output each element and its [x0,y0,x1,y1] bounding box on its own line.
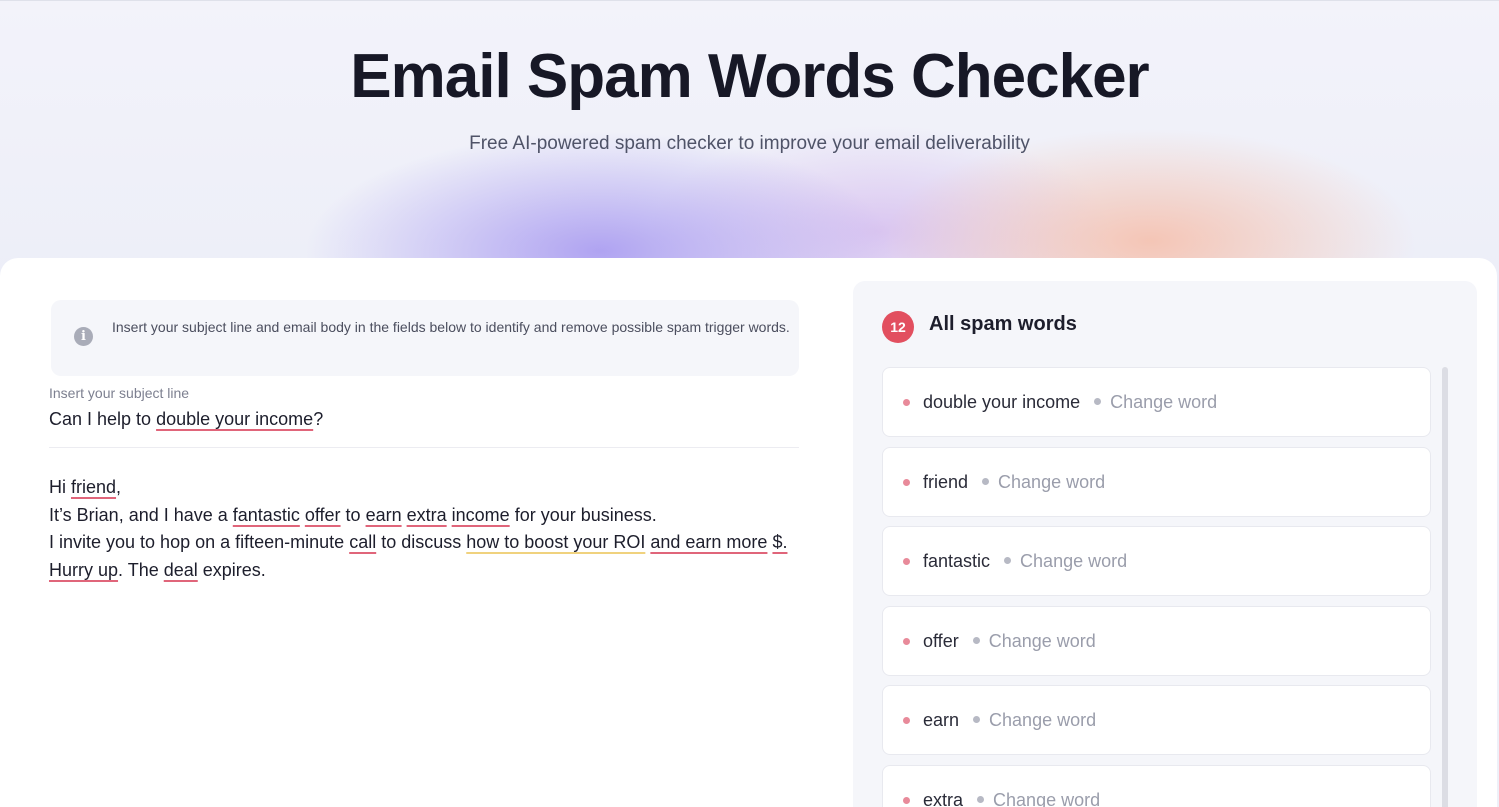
separator-dot-icon [972,636,980,644]
spam-word-highlight[interactable]: income [452,505,510,525]
spam-word-highlight[interactable]: extra [407,505,447,525]
spam-word-highlight[interactable]: offer [305,505,341,525]
subject-text: Can I help to [49,409,157,429]
email-body-input[interactable]: Hi friend, It’s Brian, and I have a fant… [49,474,789,584]
spam-word-item[interactable]: double your income Change word [882,367,1431,437]
subject-input[interactable]: Can I help to double your income? [49,409,323,430]
separator-dot-icon [977,795,985,803]
separator-dot-icon [982,477,990,485]
bullet-dot-icon [903,717,910,724]
spam-word-label: extra [923,790,964,807]
change-word-button[interactable]: Change word [989,631,1096,651]
subject-label: Insert your subject line [49,385,190,401]
page-title: Email Spam Words Checker [350,42,1149,111]
panel-title: All spam words [929,313,1077,335]
bullet-dot-icon [903,558,910,565]
bullet-dot-icon [903,797,910,804]
info-text: Insert your subject line and email body … [112,319,790,335]
spam-word-highlight[interactable]: Hurry up [49,560,118,580]
spam-words-list: double your income Change word friend Chan… [882,367,1431,807]
change-word-button[interactable]: Change word [1020,551,1127,571]
change-word-button[interactable]: Change word [989,710,1096,730]
spam-word-label: offer [923,631,959,651]
spam-word-label: friend [923,472,969,492]
bullet-dot-icon [903,638,910,645]
spam-word-item[interactable]: fantastic Change word [882,526,1431,596]
spam-word-item[interactable]: friend Change word [882,447,1431,517]
page-subtitle: Free AI-powered spam checker to improve … [469,133,1030,154]
info-icon: i [74,327,93,346]
body-line: Hi friend, [49,477,122,497]
hero-section: Email Spam Words Checker Free AI-powered… [0,0,1499,300]
subject-text: ? [313,409,324,429]
spam-word-item[interactable]: offer Change word [882,606,1431,676]
body-line: I invite you to hop on a fifteen-minute … [49,532,788,552]
separator-dot-icon [1004,556,1012,564]
list-scrollbar[interactable] [1442,367,1448,807]
body-line: Hurry up. The deal expires. [49,559,266,580]
spam-word-highlight[interactable]: fantastic [233,505,300,525]
spam-word-highlight[interactable]: double your income [156,409,313,429]
divider [49,447,799,448]
spam-word-label: double your income [923,392,1081,412]
change-word-button[interactable]: Change word [993,790,1100,807]
spam-word-highlight[interactable]: call [349,532,376,552]
spam-word-highlight[interactable]: $. [772,532,787,552]
spam-word-highlight[interactable]: earn [366,505,402,525]
separator-dot-icon [1094,397,1102,405]
change-word-button[interactable]: Change word [998,472,1105,492]
spam-word-label: earn [923,710,960,730]
change-word-button[interactable]: Change word [1110,392,1217,412]
spam-word-item[interactable]: earn Change word [882,685,1431,755]
spam-word-highlight[interactable]: deal [164,560,198,580]
spam-word-highlight[interactable]: and earn more [650,532,767,552]
spam-word-item[interactable]: extra Change word [882,765,1431,807]
warning-phrase-highlight[interactable]: how to boost your ROI [466,532,645,552]
body-line: It’s Brian, and I have a fantastic offer… [49,504,657,525]
spam-word-label: fantastic [923,551,991,571]
bullet-dot-icon [903,399,910,406]
info-banner: i Insert your subject line and email bod… [51,300,799,376]
spam-word-highlight[interactable]: friend [71,477,116,497]
separator-dot-icon [973,715,981,723]
bullet-dot-icon [903,479,910,486]
spam-count-badge: 12 [882,311,914,343]
